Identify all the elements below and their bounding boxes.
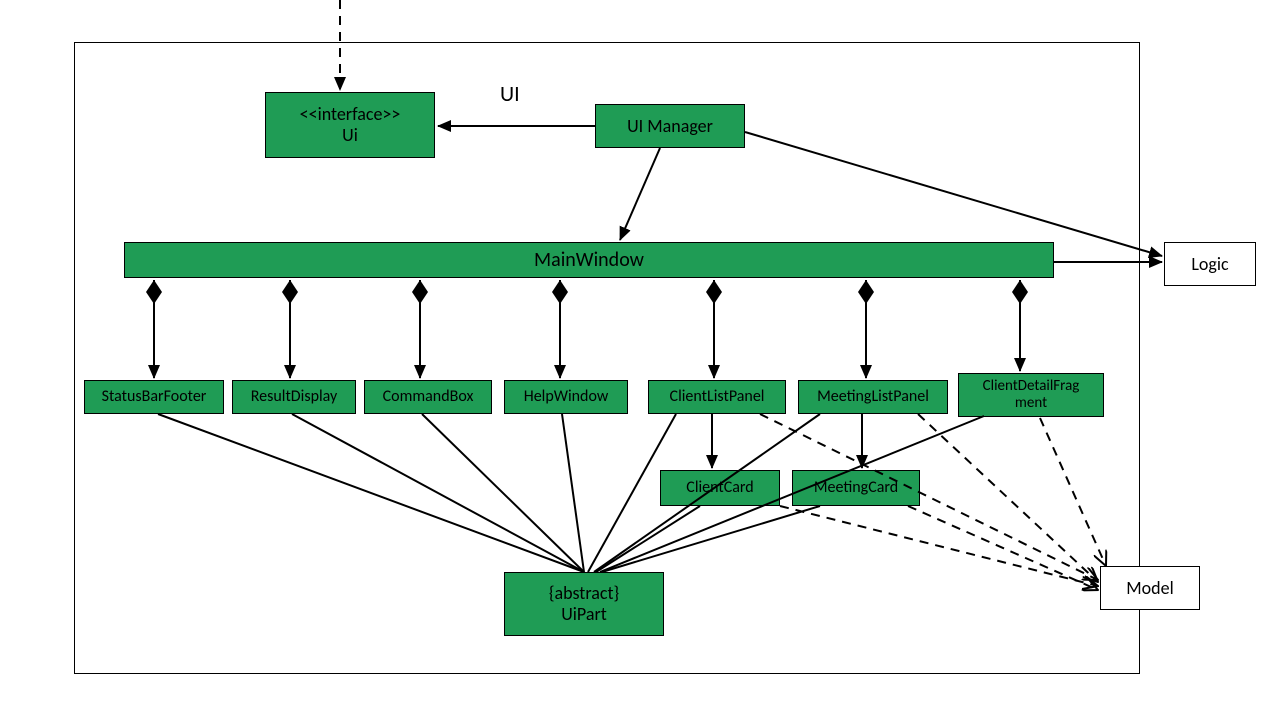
- class-client-card: ClientCard: [660, 470, 780, 506]
- stereotype-text: {abstract}: [549, 583, 619, 604]
- diagram-stage: UI <<interface>> Ui UI Manager MainWindo…: [0, 0, 1280, 720]
- class-name: ClientListPanel: [670, 388, 765, 406]
- class-meeting-card: MeetingCard: [792, 470, 920, 506]
- class-meeting-list-panel: MeetingListPanel: [798, 380, 948, 414]
- package-label: UI: [500, 80, 520, 107]
- class-name: Ui: [342, 125, 358, 146]
- class-name: MeetingListPanel: [817, 388, 929, 406]
- class-status-bar-footer: StatusBarFooter: [84, 380, 224, 414]
- class-name: StatusBarFooter: [102, 388, 207, 406]
- class-result-display: ResultDisplay: [232, 380, 356, 414]
- class-name: ResultDisplay: [251, 388, 338, 406]
- class-name: CommandBox: [383, 388, 474, 406]
- class-client-detail-fragment: ClientDetailFrag ment: [958, 373, 1104, 417]
- class-name: UiPart: [561, 604, 607, 625]
- class-name: UI Manager: [627, 116, 713, 137]
- class-name-line2: ment: [1015, 395, 1047, 412]
- class-client-list-panel: ClientListPanel: [648, 380, 786, 414]
- class-ui-interface: <<interface>> Ui: [265, 92, 435, 158]
- class-command-box: CommandBox: [364, 380, 492, 414]
- class-logic: Logic: [1164, 242, 1256, 286]
- class-name: Model: [1126, 578, 1173, 599]
- class-name: ClientCard: [686, 479, 753, 497]
- class-name: Logic: [1191, 254, 1228, 275]
- class-help-window: HelpWindow: [504, 380, 628, 414]
- stereotype-text: <<interface>>: [300, 104, 401, 125]
- class-ui-part: {abstract} UiPart: [504, 572, 664, 636]
- class-ui-manager: UI Manager: [595, 104, 745, 148]
- class-name: MainWindow: [534, 249, 644, 272]
- class-name-line1: ClientDetailFrag: [983, 378, 1080, 395]
- class-main-window: MainWindow: [124, 242, 1054, 278]
- class-model: Model: [1100, 566, 1200, 610]
- class-name: HelpWindow: [524, 388, 609, 406]
- class-name: MeetingCard: [814, 479, 898, 497]
